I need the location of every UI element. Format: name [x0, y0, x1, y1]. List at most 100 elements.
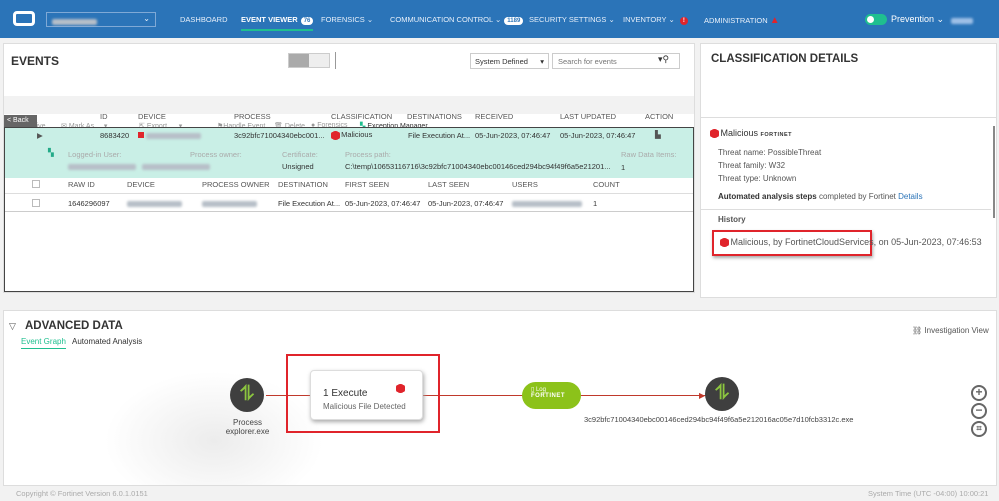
- execute-node[interactable]: 1 Execute Malicious File Detected: [310, 370, 423, 420]
- comm-badge: 1189: [504, 17, 524, 25]
- row-process: 3c92bfc71004340ebc001...: [234, 131, 325, 140]
- malicious-icon: [332, 130, 339, 140]
- threat-name: Threat name: PossibleThreat: [718, 148, 822, 157]
- action-icon[interactable]: ▙: [655, 130, 661, 139]
- search-icon[interactable]: ▾⚲: [658, 54, 669, 65]
- vendor-logo: FORTINET: [760, 132, 793, 138]
- process-path-value: C:\temp\10653116716\3c92bfc71004340ebc00…: [345, 162, 611, 171]
- row-received: 05-Jun-2023, 07:46:47: [475, 131, 551, 140]
- col-destinations[interactable]: DESTINATIONS: [407, 112, 462, 121]
- raw-count: 1: [593, 199, 598, 208]
- fortinet-logo[interactable]: [13, 11, 35, 26]
- mode-select[interactable]: Prevention ⌄: [891, 14, 944, 25]
- collapse-icon[interactable]: ▽: [9, 321, 16, 332]
- history-label: History: [718, 215, 746, 224]
- execute-title: 1 Execute: [323, 388, 368, 399]
- raw-id: 1646296097: [68, 199, 110, 208]
- warning-icon: ▲: [769, 15, 780, 26]
- raw-col-count[interactable]: COUNT: [593, 180, 620, 189]
- nav-inventory[interactable]: INVENTORY ⌄ !: [623, 15, 688, 25]
- scrollbar[interactable]: [993, 126, 995, 218]
- row-checkbox[interactable]: [32, 199, 40, 207]
- details-link[interactable]: Details: [898, 192, 922, 201]
- divider: [701, 117, 996, 118]
- tab-event-graph[interactable]: Event Graph: [21, 337, 66, 349]
- filter-select[interactable]: System Defined ▾: [470, 53, 549, 69]
- nav-event-viewer[interactable]: EVENT VIEWER 76: [241, 15, 314, 31]
- zoom-out-button[interactable]: −: [971, 403, 987, 419]
- raw-col-id[interactable]: RAW ID: [68, 180, 95, 189]
- raw-destination: File Execution At...: [278, 199, 341, 208]
- nav-label: COMMUNICATION CONTROL: [390, 15, 493, 24]
- malicious-icon: [711, 129, 718, 139]
- nav-security-settings[interactable]: SECURITY SETTINGS ⌄: [529, 15, 615, 24]
- target-node-icon[interactable]: ⥮: [705, 377, 739, 411]
- raw-first-seen: 05-Jun-2023, 07:46:47: [345, 199, 421, 208]
- nav-communication-control[interactable]: COMMUNICATION CONTROL ⌄ 1189: [390, 15, 524, 25]
- raw-col-device[interactable]: DEVICE: [127, 180, 155, 189]
- process-path-label: Process path:: [345, 150, 391, 159]
- target-node-label: 3c92bfc71004340ebc00146ced294bc94f49f6a5…: [584, 415, 854, 424]
- col-id[interactable]: ID: [100, 112, 108, 121]
- organization-select[interactable]: ⌄: [46, 12, 156, 27]
- row-last-updated: 05-Jun-2023, 07:46:47: [560, 131, 636, 140]
- divider: [701, 209, 991, 210]
- system-time: System Time (UTC -04:00) 10:00:21: [868, 489, 989, 498]
- nav-administration[interactable]: ADMINISTRATION ▲: [704, 15, 780, 26]
- process-node-label: Process explorer.exe: [225, 418, 270, 436]
- history-entry: Malicious, by FortinetCloudServices, on …: [721, 237, 982, 248]
- threat-family: Threat family: W32: [718, 161, 786, 170]
- threat-type: Threat type: Unknown: [718, 174, 797, 183]
- row-id: 8683420: [100, 131, 130, 140]
- logged-in-user: [68, 162, 136, 171]
- raw-col-owner[interactable]: PROCESS OWNER: [202, 180, 270, 189]
- raw-col-last-seen[interactable]: LAST SEEN: [428, 180, 469, 189]
- process-owner-label: Process owner:: [190, 150, 242, 159]
- col-action[interactable]: ACTION: [645, 112, 673, 121]
- raw-device: [127, 199, 182, 208]
- expand-icon[interactable]: ▶: [37, 131, 43, 140]
- tab-automated-analysis[interactable]: Automated Analysis: [72, 337, 142, 346]
- row-destinations: File Execution At...: [408, 131, 471, 140]
- nav-label: INVENTORY: [623, 15, 667, 24]
- log-vendor: FORTINET: [531, 393, 565, 399]
- select-all-checkbox[interactable]: [32, 180, 40, 188]
- row-classification: Malicious: [332, 130, 372, 140]
- col-classification[interactable]: CLASSIFICATION: [331, 112, 392, 121]
- raw-owner: [202, 199, 257, 208]
- col-device[interactable]: DEVICE: [138, 112, 166, 121]
- verdict: Malicious FORTINET: [711, 128, 793, 139]
- raw-items-value: 1: [621, 163, 626, 172]
- advanced-title: ADVANCED DATA: [25, 320, 123, 332]
- process-owner: [142, 162, 210, 171]
- investigation-view-button[interactable]: ⛓ Investigation View: [912, 326, 989, 335]
- row-divider: [5, 211, 693, 212]
- classification-panel: CLASSIFICATION DETAILS Malicious FORTINE…: [700, 43, 997, 298]
- raw-col-users[interactable]: USERS: [512, 180, 538, 189]
- event-badge: 76: [300, 17, 314, 25]
- advanced-data-panel: ▽ ADVANCED DATA Event Graph Automated An…: [3, 310, 997, 486]
- prevention-toggle[interactable]: [865, 14, 887, 25]
- row-device: [138, 131, 202, 140]
- nav-dashboard[interactable]: DASHBOARD: [180, 15, 228, 24]
- col-received[interactable]: RECEIVED: [475, 112, 513, 121]
- certificate-value: Unsigned: [282, 162, 314, 171]
- inventory-badge: !: [679, 17, 688, 25]
- fit-view-button[interactable]: ⌗: [971, 421, 987, 437]
- malicious-icon: [397, 384, 404, 393]
- logged-in-user-label: Logged-in User:: [68, 150, 122, 159]
- nav-label: EVENT VIEWER: [241, 15, 298, 24]
- col-last-updated[interactable]: LAST UPDATED: [560, 112, 616, 121]
- zoom-in-button[interactable]: +: [971, 385, 987, 401]
- log-node[interactable]: ▯ Log FORTINET: [522, 382, 581, 409]
- nav-label: ADMINISTRATION: [704, 16, 768, 25]
- col-process[interactable]: PROCESS: [234, 112, 271, 121]
- copyright: Copyright © Fortinet Version 6.0.1.0151: [16, 489, 148, 498]
- process-node-icon[interactable]: ⥮: [230, 378, 264, 412]
- raw-col-destination[interactable]: DESTINATION: [278, 180, 328, 189]
- nav-forensics[interactable]: FORENSICS ⌄: [321, 15, 373, 24]
- user-menu[interactable]: [951, 16, 973, 25]
- raw-col-first-seen[interactable]: FIRST SEEN: [345, 180, 389, 189]
- top-nav: ⌄ DASHBOARD EVENT VIEWER 76 FORENSICS ⌄ C…: [0, 0, 999, 38]
- view-toggle[interactable]: [288, 53, 330, 68]
